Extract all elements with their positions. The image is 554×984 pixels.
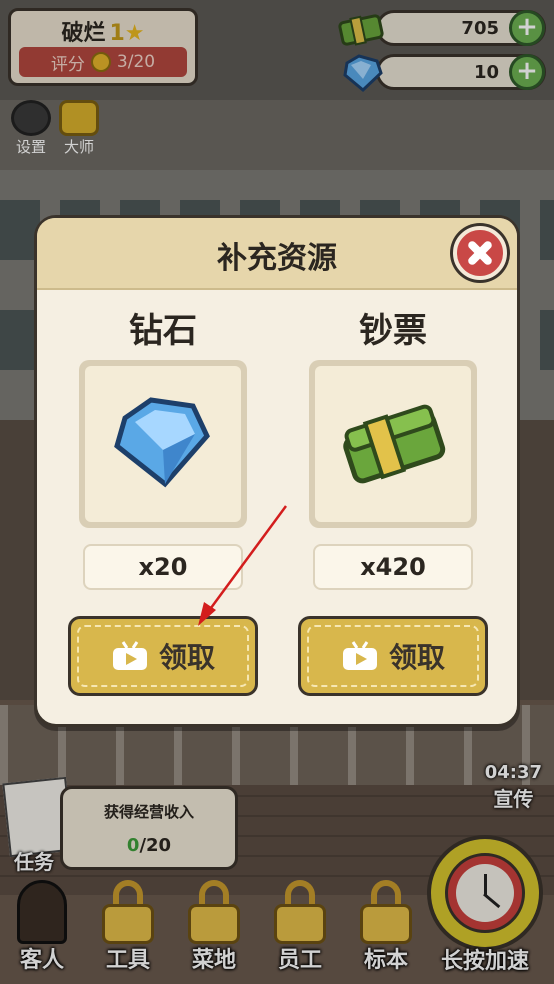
red-arrow-annotation [198, 505, 288, 626]
